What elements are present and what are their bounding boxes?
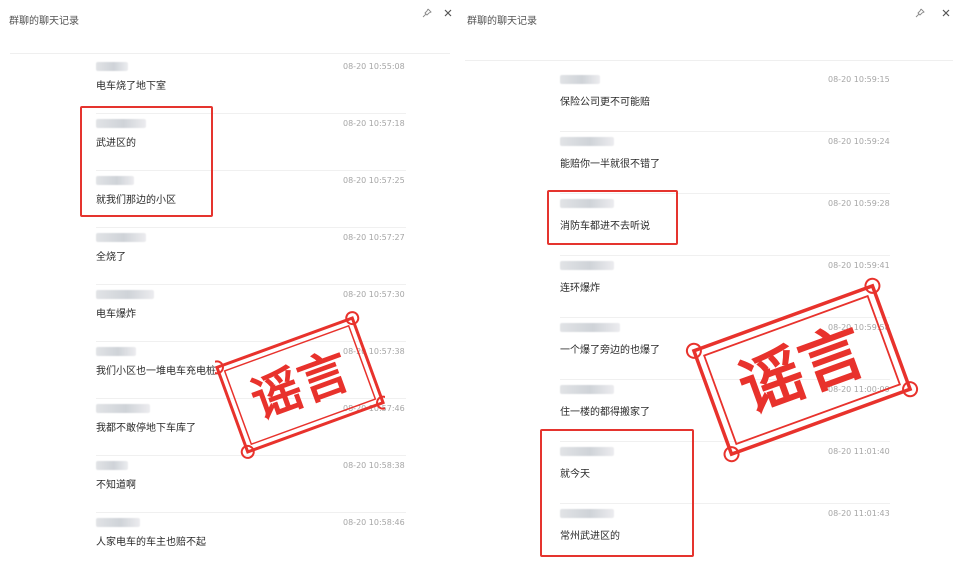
close-icon[interactable] <box>941 8 951 21</box>
message-text: 不知道啊 <box>96 480 136 491</box>
header-divider <box>465 60 953 61</box>
message-divider <box>96 455 406 456</box>
chat-message: 08-20 10:57:30 电车爆炸 <box>96 290 406 347</box>
message-timestamp: 08-20 11:01:40 <box>828 447 890 456</box>
message-divider <box>96 398 406 399</box>
blurred-sender-name <box>96 233 146 242</box>
message-text: 电车爆炸 <box>96 309 136 320</box>
message-divider <box>560 317 890 318</box>
blurred-sender-name <box>96 404 150 413</box>
message-divider <box>96 341 406 342</box>
message-timestamp: 08-20 10:59:24 <box>828 137 890 146</box>
pin-icon[interactable] <box>915 8 925 21</box>
right-chat-history-window: 群聊的聊天记录 08-20 10:59:15 保险公司更不可能赔 08-20 10:… <box>460 0 960 567</box>
message-timestamp: 08-20 10:58:38 <box>343 461 405 470</box>
blurred-sender-name <box>560 323 620 332</box>
message-divider <box>96 512 406 513</box>
blurred-sender-name <box>96 347 136 356</box>
message-text: 一个爆了旁边的也爆了 <box>560 345 660 356</box>
message-timestamp: 08-20 10:59:28 <box>828 199 890 208</box>
message-divider <box>560 255 890 256</box>
message-timestamp: 08-20 11:01:43 <box>828 509 890 518</box>
message-text: 我们小区也一堆电车充电桩 <box>96 366 216 377</box>
chat-message: 08-20 10:58:46 人家电车的车主也赔不起 <box>96 518 406 567</box>
window-title: 群聊的聊天记录 <box>467 16 537 27</box>
message-divider <box>560 379 890 380</box>
chat-message: 08-20 10:59:41 连环爆炸 <box>560 261 890 323</box>
chat-message: 08-20 10:57:27 全烧了 <box>96 233 406 290</box>
message-text: 连环爆炸 <box>560 283 600 294</box>
message-divider <box>560 131 890 132</box>
header-divider <box>10 53 450 54</box>
message-text: 我都不敢停地下车库了 <box>96 423 196 434</box>
message-text: 全烧了 <box>96 252 126 263</box>
window-title: 群聊的聊天记录 <box>9 16 79 27</box>
chat-message: 08-20 10:59:58 一个爆了旁边的也爆了 <box>560 323 890 385</box>
blurred-sender-name <box>96 290 154 299</box>
message-divider <box>96 227 406 228</box>
message-timestamp: 08-20 10:57:18 <box>343 119 405 128</box>
highlight-box <box>80 106 213 217</box>
blurred-sender-name <box>560 261 614 270</box>
message-timestamp: 08-20 10:59:58 <box>828 323 890 332</box>
chat-message: 08-20 10:57:38 我们小区也一堆电车充电桩 <box>96 347 406 404</box>
message-text: 保险公司更不可能赔 <box>560 97 650 108</box>
message-timestamp: 08-20 10:59:15 <box>828 75 890 84</box>
highlight-box <box>540 429 694 557</box>
chat-message: 08-20 10:57:46 我都不敢停地下车库了 <box>96 404 406 461</box>
message-timestamp: 08-20 10:57:27 <box>343 233 405 242</box>
message-timestamp: 08-20 10:57:25 <box>343 176 405 185</box>
blurred-sender-name <box>560 75 600 84</box>
message-timestamp: 08-20 10:57:46 <box>343 404 405 413</box>
pin-icon[interactable] <box>422 8 432 21</box>
message-text: 能赔你一半就很不错了 <box>560 159 660 170</box>
highlight-box <box>547 190 678 245</box>
message-divider <box>96 284 406 285</box>
message-timestamp: 08-20 10:57:30 <box>343 290 405 299</box>
message-text: 住一楼的都得搬家了 <box>560 407 650 418</box>
blurred-sender-name <box>560 385 614 394</box>
message-timestamp: 08-20 10:57:38 <box>343 347 405 356</box>
message-timestamp: 08-20 10:58:46 <box>343 518 405 527</box>
message-text: 人家电车的车主也赔不起 <box>96 537 206 548</box>
blurred-sender-name <box>96 62 128 71</box>
blurred-sender-name <box>96 518 140 527</box>
message-timestamp: 08-20 11:00:09 <box>828 385 890 394</box>
chat-message: 08-20 10:59:15 保险公司更不可能赔 <box>560 75 890 137</box>
chat-message: 08-20 10:58:38 不知道啊 <box>96 461 406 518</box>
left-chat-history-window: 群聊的聊天记录 08-20 10:55:08 电车烧了地下室 08-20 10:57… <box>0 0 460 567</box>
message-timestamp: 08-20 10:59:41 <box>828 261 890 270</box>
message-text: 电车烧了地下室 <box>96 81 166 92</box>
blurred-sender-name <box>96 461 128 470</box>
message-timestamp: 08-20 10:55:08 <box>343 62 405 71</box>
close-icon[interactable] <box>443 8 453 21</box>
blurred-sender-name <box>560 137 614 146</box>
